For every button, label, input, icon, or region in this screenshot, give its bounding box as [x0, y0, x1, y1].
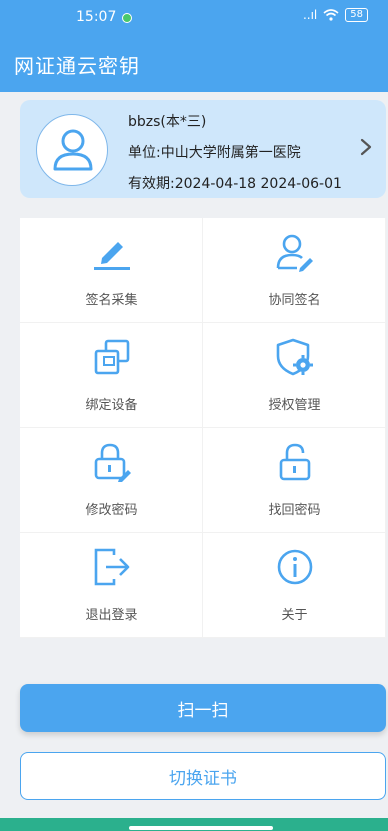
app-header: 15:07 ..ıl 58 网证通云密钥	[0, 0, 388, 92]
status-time: 15:07	[76, 9, 117, 25]
menu-item-label: 找回密码	[268, 503, 321, 518]
profile-unit: 单位:中山大学附属第一医院	[128, 145, 301, 161]
devices-icon	[94, 339, 130, 375]
menu-item-label: 协同签名	[268, 293, 321, 308]
pen-icon	[94, 242, 130, 270]
battery-icon: 58	[345, 8, 368, 22]
menu-item-label: 签名采集	[85, 293, 138, 308]
menu-item-change-password[interactable]: 修改密码	[20, 428, 203, 533]
function-grid: 签名采集 协同签名 绑定设备 授权管理 修改密码 找回密码 退出登录 关于	[20, 218, 386, 638]
scan-button[interactable]: 扫一扫	[20, 684, 386, 732]
notification-dot-icon	[122, 13, 132, 23]
profile-validity: 有效期:2024-04-18 2024-06-01	[128, 176, 342, 192]
user-edit-icon	[276, 234, 313, 272]
menu-item-logout[interactable]: 退出登录	[20, 533, 203, 638]
lock-edit-icon	[94, 443, 131, 482]
menu-item-label: 关于	[281, 608, 308, 623]
page-title: 网证通云密钥	[14, 54, 140, 78]
home-indicator[interactable]	[129, 826, 273, 830]
chevron-right-icon	[360, 138, 372, 156]
menu-item-label: 退出登录	[85, 608, 138, 623]
profile-name: bbzs(本*三)	[128, 114, 207, 130]
profile-card[interactable]: bbzs(本*三) 单位:中山大学附属第一医院 有效期:2024-04-18 2…	[20, 100, 386, 198]
menu-item-signature-collect[interactable]: 签名采集	[20, 218, 203, 323]
info-icon	[277, 549, 313, 585]
user-avatar-icon	[53, 129, 93, 171]
menu-item-auth-manage[interactable]: 授权管理	[203, 323, 386, 428]
menu-item-collab-sign[interactable]: 协同签名	[203, 218, 386, 323]
signal-icon: ..ıl	[302, 8, 318, 22]
menu-item-about[interactable]: 关于	[203, 533, 386, 638]
unlock-icon	[279, 443, 311, 481]
menu-item-bind-device[interactable]: 绑定设备	[20, 323, 203, 428]
avatar	[36, 114, 108, 186]
menu-item-label: 绑定设备	[85, 398, 138, 413]
menu-item-label: 修改密码	[85, 503, 138, 518]
shield-gear-icon	[276, 338, 313, 376]
menu-item-recover-password[interactable]: 找回密码	[203, 428, 386, 533]
logout-icon	[94, 548, 130, 586]
switch-certificate-button[interactable]: 切换证书	[20, 752, 386, 800]
wifi-icon	[323, 9, 339, 21]
status-indicators: ..ıl 58	[303, 8, 368, 22]
menu-item-label: 授权管理	[268, 398, 321, 413]
